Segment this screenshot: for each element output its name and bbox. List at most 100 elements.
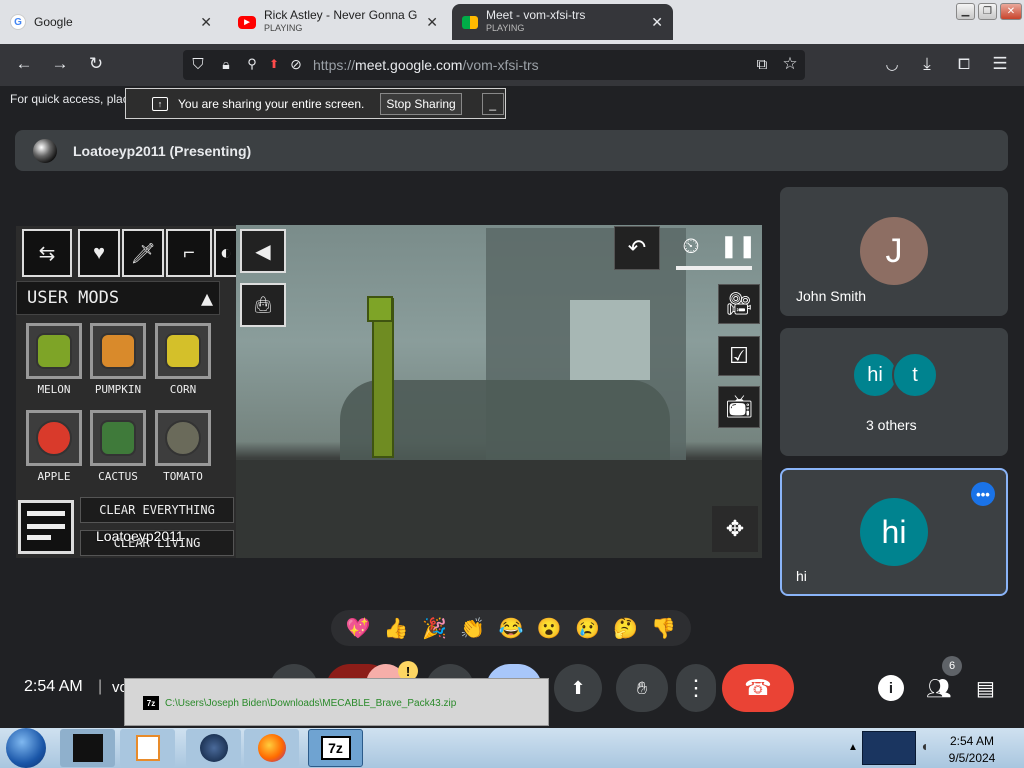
pause-icon[interactable]: ❚❚	[718, 226, 758, 266]
raise-hand-icon[interactable]: ✋︎	[616, 664, 668, 712]
taskbar-clock[interactable]: 2:54 AM 9/5/2024	[932, 733, 1012, 767]
tab-status: PLAYING	[264, 23, 303, 33]
thinking-icon[interactable]: 🤔	[613, 616, 638, 641]
swap-icon[interactable]: ⇆	[22, 229, 72, 277]
meeting-time: 2:54 AM	[24, 678, 83, 695]
thumbs-up-icon[interactable]: 👍	[384, 616, 409, 641]
url-text[interactable]: https://meet.google.com/vom-xfsi-trs	[313, 57, 539, 73]
youtube-favicon-icon: ▶	[238, 15, 256, 29]
taskbar-app-firefox-icon[interactable]	[244, 729, 299, 767]
tab-meet[interactable]: Meet - vom-xfsi-trs PLAYING ✕	[452, 4, 673, 40]
clock-time: 2:54 AM	[949, 734, 995, 748]
taskbar-app-globe-icon[interactable]	[186, 729, 241, 767]
close-tab-icon[interactable]: ✕	[426, 14, 438, 31]
tab-youtube[interactable]: ▶ Rick Astley - Never Gonna Give PLAYING…	[228, 4, 446, 40]
taskbar-app-media-icon[interactable]	[120, 729, 175, 767]
participant-tile-others[interactable]	[780, 328, 1008, 456]
tv-icon[interactable]: 📺︎	[718, 386, 760, 428]
avatar: hi	[860, 498, 928, 566]
melon-ragdoll-body	[372, 298, 394, 458]
taskbar-app-7zip-icon[interactable]: 7z	[308, 729, 363, 767]
screen-share-indicator-icon[interactable]: ⬆	[262, 52, 286, 76]
picture-in-picture-icon[interactable]: ⧉	[750, 52, 774, 76]
shop-bag-icon[interactable]: 👜︎	[240, 283, 286, 327]
undo-icon[interactable]: ↶	[614, 226, 660, 270]
separator: |	[98, 678, 103, 695]
slow-motion-icon[interactable]: ⏲	[670, 226, 712, 266]
meeting-info-icon[interactable]: i	[878, 675, 904, 701]
window-close-icon[interactable]: ✕	[1000, 3, 1022, 20]
stop-sharing-button[interactable]: Stop Sharing	[380, 92, 462, 115]
tab-google[interactable]: G Google ✕	[0, 4, 222, 40]
window-minimize-icon[interactable]: ▁	[956, 3, 975, 20]
camera-blocked-icon[interactable]: ⊘	[284, 52, 308, 76]
forward-arrow-icon[interactable]: →	[48, 52, 72, 76]
mod-apple[interactable]	[26, 410, 82, 466]
pocket-icon[interactable]: ◡	[880, 52, 904, 76]
close-tab-icon[interactable]: ✕	[651, 14, 663, 31]
window-restore-icon[interactable]: ❐	[978, 3, 997, 20]
meet-favicon-icon	[462, 15, 478, 29]
minimize-sharing-bar-button[interactable]: _	[481, 92, 504, 115]
mod-label: CACTUS	[98, 470, 138, 483]
cactus-icon	[100, 420, 136, 456]
bookmark-star-icon[interactable]: ☆	[778, 52, 802, 76]
clear-everything-button[interactable]: CLEAR EVERYTHING	[80, 497, 234, 523]
explosive-icon[interactable]: ◐	[214, 229, 236, 277]
leave-call-icon[interactable]: ☎︎	[722, 664, 794, 712]
present-screen-icon[interactable]: ⬆	[554, 664, 602, 712]
heart-icon[interactable]: ♥	[78, 229, 120, 277]
chat-icon[interactable]: ▤	[976, 676, 995, 701]
sparkling-heart-icon[interactable]: 💖	[346, 616, 371, 641]
close-tab-icon[interactable]: ✕	[200, 14, 212, 31]
gun-icon[interactable]: ⌐	[166, 229, 212, 277]
sword-icon[interactable]: 🗡︎	[122, 229, 164, 277]
game-menu-icon[interactable]	[18, 500, 74, 554]
melon-icon	[36, 333, 72, 369]
shield-icon[interactable]: ⛉	[186, 52, 210, 76]
7zip-icon: 7z	[143, 696, 159, 710]
permissions-icon[interactable]: ⚲	[240, 52, 264, 76]
user-mods-header[interactable]: USER MODS ▲	[16, 281, 220, 315]
tab-status: PLAYING	[486, 23, 525, 33]
clapping-icon[interactable]: 👏	[460, 616, 485, 641]
mod-cactus[interactable]	[90, 410, 146, 466]
menu-hamburger-icon[interactable]: ☰	[988, 52, 1012, 76]
more-options-icon[interactable]: •••	[971, 482, 995, 506]
start-button-icon[interactable]	[6, 728, 46, 768]
mod-melon[interactable]	[26, 323, 82, 379]
laughing-icon[interactable]: 😂	[499, 616, 524, 641]
extensions-icon[interactable]: ⧠	[952, 52, 976, 76]
google-favicon-icon: G	[10, 14, 26, 30]
melon-ragdoll-head	[367, 296, 393, 322]
mod-pumpkin[interactable]	[90, 323, 146, 379]
mod-corn[interactable]	[155, 323, 211, 379]
mod-label: PUMPKIN	[94, 383, 142, 396]
checkbox-icon[interactable]: ☑	[718, 336, 760, 376]
volume-icon[interactable]: ◖	[920, 738, 928, 754]
back-arrow-icon[interactable]: ←	[12, 52, 36, 76]
tray-expand-icon[interactable]: ▲	[848, 742, 858, 753]
move-drag-icon[interactable]: ✥	[712, 506, 758, 552]
mod-tomato[interactable]	[155, 410, 211, 466]
chevron-up-icon[interactable]: ▲	[201, 286, 213, 310]
crying-icon[interactable]: 😢	[575, 616, 600, 641]
camera-icon[interactable]: 🎥︎	[718, 284, 760, 324]
presenter-avatar	[33, 139, 57, 163]
reload-icon[interactable]: ↻	[84, 52, 108, 76]
tab-title: Rick Astley - Never Gonna Give	[264, 9, 419, 22]
mod-label: MELON	[37, 383, 71, 396]
lock-icon[interactable]: 🔒︎	[214, 52, 238, 76]
taskbar-app-cube-icon[interactable]	[60, 729, 115, 767]
more-vertical-icon[interactable]: ⋮	[676, 664, 716, 712]
people-icon[interactable]: 👥︎	[926, 676, 951, 701]
downloads-icon[interactable]: ⤓	[915, 52, 939, 76]
collapse-panel-icon[interactable]: ◀	[240, 229, 286, 273]
corn-icon	[165, 333, 201, 369]
tray-app-icon[interactable]	[862, 731, 916, 765]
screen-sharing-bar: ↑ You are sharing your entire screen. St…	[125, 88, 506, 119]
participant-name: hi	[796, 568, 807, 584]
party-popper-icon[interactable]: 🎉	[422, 616, 447, 641]
surprised-icon[interactable]: 😮	[537, 616, 562, 641]
thumbs-down-icon[interactable]: 👎	[651, 616, 676, 641]
